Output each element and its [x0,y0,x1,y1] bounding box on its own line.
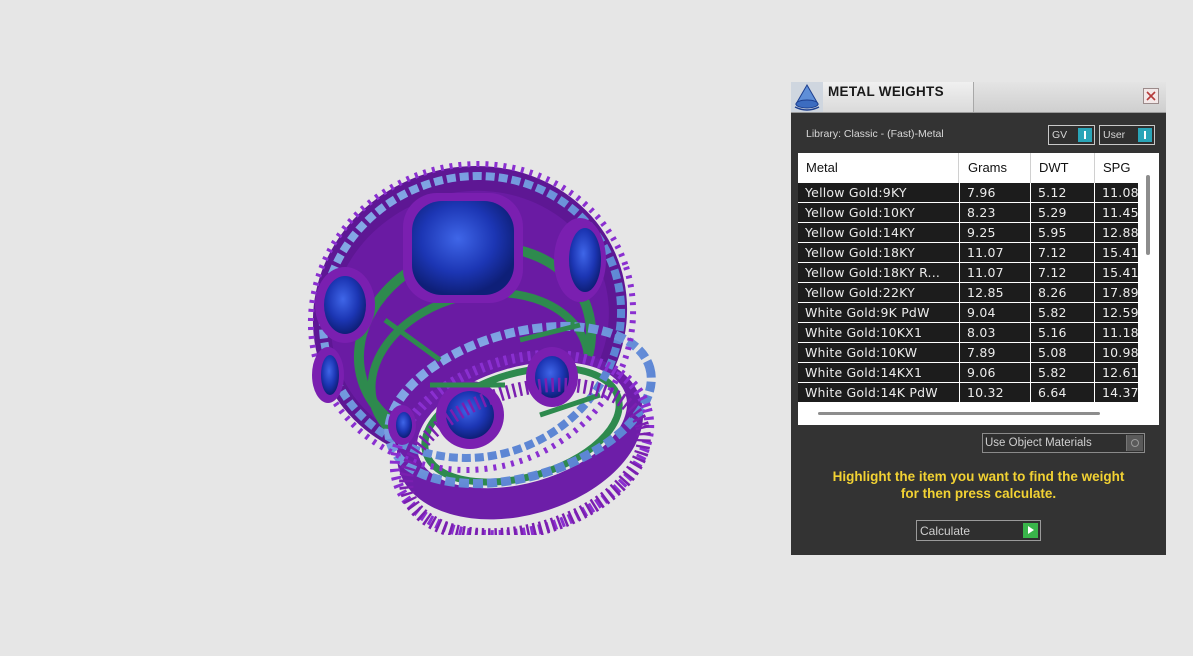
column-header-metal[interactable]: Metal [798,153,959,183]
spg-value: 15.41 [1095,243,1138,262]
calculate-button[interactable]: Calculate [916,520,1041,541]
metal-name: Yellow Gold:22KY [798,283,959,302]
use-object-materials-toggle[interactable]: Use Object Materials [982,433,1145,453]
panel-title: METAL WEIGHTS [828,84,944,99]
panel-titlebar[interactable]: METAL WEIGHTS [791,82,1166,113]
rhino-cone-icon [791,82,823,112]
table-header: Metal Grams DWT SPG [798,153,1148,183]
play-icon [1023,523,1038,538]
grams-value: 8.23 [960,203,1030,222]
metal-name: Yellow Gold:18KY [798,243,959,262]
library-label: Library: Classic - (Fast)-Metal [806,128,944,140]
instructions-line-2: for then press calculate. [900,486,1057,501]
spg-value: 12.88 [1095,223,1138,242]
spg-value: 14.37 [1095,383,1138,402]
grams-value: 9.06 [960,363,1030,382]
table-row[interactable]: White Gold:14K PdW 10.32 6.64 14.37 [798,383,1138,403]
grams-value: 8.03 [960,323,1030,342]
table-row[interactable]: Yellow Gold:14KY 9.25 5.95 12.88 [798,223,1138,243]
dwt-value: 7.12 [1031,263,1094,282]
3d-viewport[interactable] [0,0,780,656]
spg-value: 11.18 [1095,323,1138,342]
column-header-grams[interactable]: Grams [960,153,1031,183]
dwt-value: 5.82 [1031,363,1094,382]
close-icon [1146,91,1156,101]
user-toggle[interactable]: User [1099,125,1155,145]
dwt-value: 5.16 [1031,323,1094,342]
toggle-indicator-icon [1138,128,1152,142]
dwt-value: 5.12 [1031,183,1094,202]
dwt-value: 5.08 [1031,343,1094,362]
metal-name: White Gold:10KX1 [798,323,959,342]
dwt-value: 5.95 [1031,223,1094,242]
spg-value: 11.45 [1095,203,1138,222]
user-toggle-label: User [1103,129,1126,141]
column-header-spg[interactable]: SPG [1095,153,1140,183]
grams-value: 11.07 [960,263,1030,282]
table-row[interactable]: Yellow Gold:22KY 12.85 8.26 17.89 [798,283,1138,303]
gv-toggle[interactable]: GV [1048,125,1095,145]
table-row[interactable]: White Gold:14KX1 9.06 5.82 12.61 [798,363,1138,383]
vertical-scrollbar[interactable] [1146,175,1150,255]
grams-value: 12.85 [960,283,1030,302]
horizontal-scrollbar[interactable] [818,412,1100,415]
metal-weights-panel: METAL WEIGHTS Library: Classic - (Fast)-… [791,82,1166,555]
table-row[interactable]: White Gold:10KW 7.89 5.08 10.98 [798,343,1138,363]
table-row[interactable]: Yellow Gold:10KY 8.23 5.29 11.45 [798,203,1138,223]
metal-name: White Gold:14KX1 [798,363,959,382]
grams-value: 11.07 [960,243,1030,262]
panel-title-tab[interactable]: METAL WEIGHTS [823,82,974,112]
metal-name: Yellow Gold:14KY [798,223,959,242]
grams-value: 7.89 [960,343,1030,362]
metal-name: White Gold:10KW [798,343,959,362]
dwt-value: 5.82 [1031,303,1094,322]
dwt-value: 8.26 [1031,283,1094,302]
toggle-indicator-icon [1078,128,1092,142]
dwt-value: 5.29 [1031,203,1094,222]
dwt-value: 7.12 [1031,243,1094,262]
metal-name: White Gold:9K PdW [798,303,959,322]
spg-value: 17.89 [1095,283,1138,302]
table-row[interactable]: Yellow Gold:18KY R... 11.07 7.12 15.41 [798,263,1138,283]
radio-indicator-icon [1126,435,1143,451]
grams-value: 9.04 [960,303,1030,322]
column-header-dwt[interactable]: DWT [1031,153,1095,183]
grams-value: 9.25 [960,223,1030,242]
metals-table[interactable]: Metal Grams DWT SPG Yellow Gold:9KY 7.96… [798,153,1159,425]
grams-value: 7.96 [960,183,1030,202]
table-row[interactable]: Yellow Gold:18KY 11.07 7.12 15.41 [798,243,1138,263]
spg-value: 11.08 [1095,183,1138,202]
calculate-label: Calculate [920,524,971,538]
table-row[interactable]: White Gold:10KX1 8.03 5.16 11.18 [798,323,1138,343]
table-row[interactable]: White Gold:9K PdW 9.04 5.82 12.59 [798,303,1138,323]
metal-name: Yellow Gold:10KY [798,203,959,222]
instructions-text: Highlight the item you want to find the … [791,468,1166,502]
gv-toggle-label: GV [1052,129,1068,141]
grams-value: 10.32 [960,383,1030,402]
metal-name: Yellow Gold:9KY [798,183,959,202]
use-object-materials-label: Use Object Materials [985,437,1092,449]
metal-name: Yellow Gold:18KY R... [798,263,959,282]
spg-value: 12.59 [1095,303,1138,322]
ring-3d-model [307,161,656,535]
spg-value: 12.61 [1095,363,1138,382]
spg-value: 15.41 [1095,263,1138,282]
instructions-line-1: Highlight the item you want to find the … [832,469,1125,484]
dwt-value: 6.64 [1031,383,1094,402]
table-row[interactable]: Yellow Gold:9KY 7.96 5.12 11.08 [798,183,1138,203]
spg-value: 10.98 [1095,343,1138,362]
close-button[interactable] [1143,88,1159,104]
metal-name: White Gold:14K PdW [798,383,959,402]
table-body: Yellow Gold:9KY 7.96 5.12 11.08 Yellow G… [798,183,1138,403]
